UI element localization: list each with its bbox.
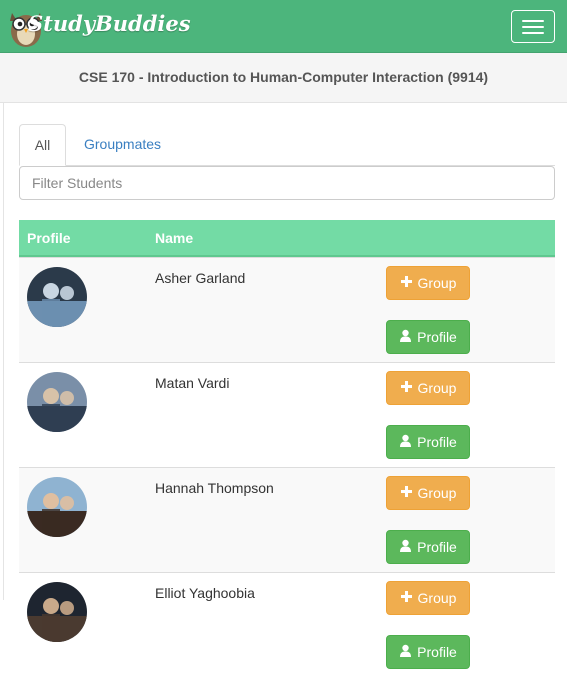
avatar[interactable] xyxy=(27,267,87,327)
view-profile-button[interactable]: Profile xyxy=(386,635,470,669)
add-to-group-button[interactable]: Group xyxy=(386,476,470,510)
student-name: Matan Vardi xyxy=(155,375,230,391)
profile-button-label: Profile xyxy=(417,434,457,450)
group-button-label: Group xyxy=(417,275,457,291)
profile-button-label: Profile xyxy=(417,329,457,345)
user-icon xyxy=(399,644,412,660)
plus-icon xyxy=(400,380,413,396)
group-button-label: Group xyxy=(417,590,457,606)
student-name: Hannah Thompson xyxy=(155,480,274,496)
table-row: Asher Garland Group Profile xyxy=(19,257,555,362)
student-name: Asher Garland xyxy=(155,270,246,286)
filter-students-input[interactable] xyxy=(19,166,555,200)
user-icon xyxy=(399,539,412,555)
student-name: Elliot Yaghoobia xyxy=(155,585,255,601)
course-title: CSE 170 - Introduction to Human-Computer… xyxy=(0,53,567,103)
avatar[interactable] xyxy=(27,477,87,537)
user-icon xyxy=(399,329,412,345)
view-profile-button[interactable]: Profile xyxy=(386,425,470,459)
group-button-label: Group xyxy=(417,380,457,396)
navbar: StudyBuddies xyxy=(0,0,567,53)
avatar[interactable] xyxy=(27,582,87,642)
profile-button-label: Profile xyxy=(417,539,457,555)
menu-toggle-button[interactable] xyxy=(511,10,555,43)
plus-icon xyxy=(400,590,413,606)
students-table: Profile Name Asher Garland Group Profile Ma… xyxy=(19,220,555,677)
column-header-profile: Profile xyxy=(27,230,71,246)
view-profile-button[interactable]: Profile xyxy=(386,530,470,564)
add-to-group-button[interactable]: Group xyxy=(386,581,470,615)
tab-bar: All Groupmates xyxy=(19,124,555,166)
avatar[interactable] xyxy=(27,372,87,432)
tab-groupmates[interactable]: Groupmates xyxy=(69,124,176,166)
view-profile-button[interactable]: Profile xyxy=(386,320,470,354)
tab-all[interactable]: All xyxy=(19,124,66,166)
group-button-label: Group xyxy=(417,485,457,501)
table-row: Hannah Thompson Group Profile xyxy=(19,467,555,572)
table-body: Asher Garland Group Profile Matan Vardi Grou… xyxy=(19,257,555,677)
profile-button-label: Profile xyxy=(417,644,457,660)
add-to-group-button[interactable]: Group xyxy=(386,371,470,405)
plus-icon xyxy=(400,275,413,291)
brand-name[interactable]: StudyBuddies xyxy=(28,11,191,36)
table-row: Matan Vardi Group Profile xyxy=(19,362,555,467)
user-icon xyxy=(399,434,412,450)
table-header: Profile Name xyxy=(19,220,555,257)
content-left-border xyxy=(3,52,4,600)
plus-icon xyxy=(400,485,413,501)
table-row: Elliot Yaghoobia Group Profile xyxy=(19,572,555,677)
add-to-group-button[interactable]: Group xyxy=(386,266,470,300)
column-header-name: Name xyxy=(155,230,194,246)
